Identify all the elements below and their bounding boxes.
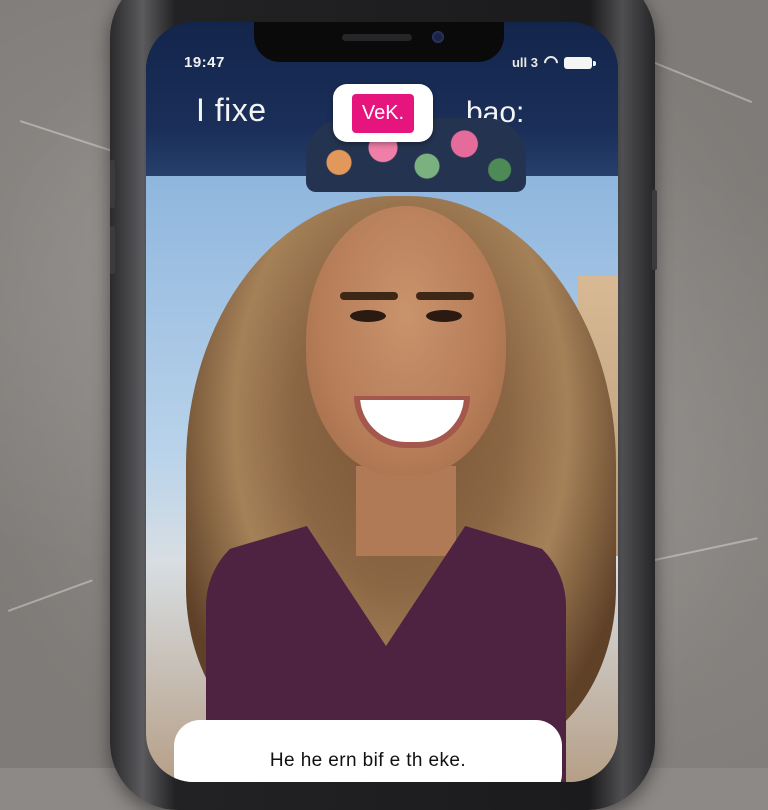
status-indicators: ull 3	[511, 52, 596, 73]
phone-screen: 19:47 ull 3 I fixe bao: VeK. He he ern b…	[146, 22, 618, 782]
left-eyebrow	[340, 292, 398, 300]
right-eye	[426, 310, 462, 322]
caption-text: He he ern bif e th eke.	[269, 750, 467, 771]
power-button	[652, 190, 657, 270]
face	[306, 206, 506, 476]
brand-sticker[interactable]: VeK.	[333, 84, 433, 142]
story-title: I fixe	[196, 92, 267, 128]
volume-down-button	[110, 226, 115, 274]
caption-card[interactable]: He he ern bif e th eke.	[174, 720, 562, 782]
battery-icon	[564, 56, 596, 69]
story-photo[interactable]	[146, 176, 618, 782]
volume-up-button	[110, 160, 115, 208]
wifi-icon	[541, 52, 561, 73]
front-camera-icon	[432, 31, 444, 43]
neck	[356, 466, 456, 556]
smile	[354, 396, 470, 448]
notch	[254, 22, 504, 62]
right-eyebrow	[416, 292, 474, 300]
speaker-icon	[342, 34, 412, 41]
left-eye	[350, 310, 386, 322]
signal-label: ull 3	[511, 55, 538, 70]
status-time: 19:47	[184, 54, 225, 71]
brand-label: VeK.	[351, 93, 415, 133]
